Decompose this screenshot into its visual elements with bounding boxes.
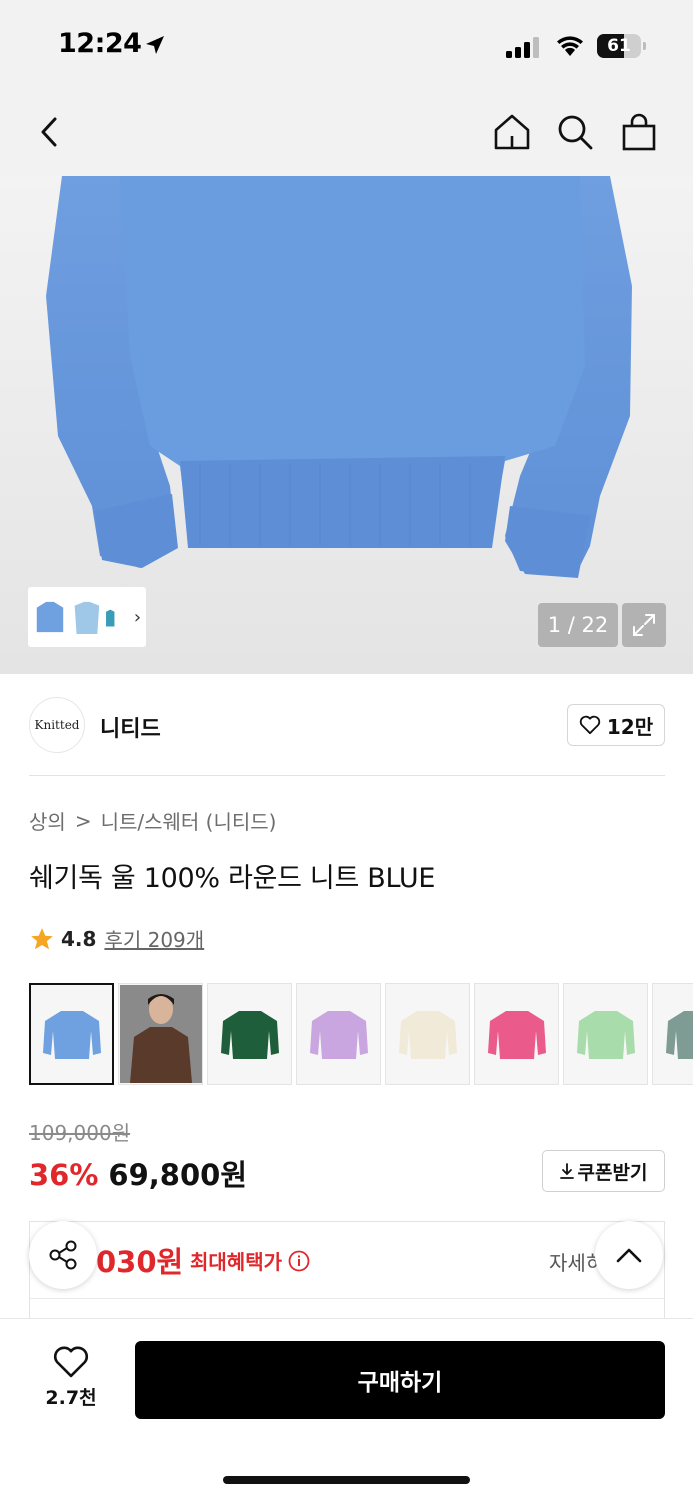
color-swatch[interactable]	[563, 983, 648, 1085]
share-button[interactable]	[29, 1221, 97, 1289]
home-indicator	[223, 1476, 470, 1484]
color-swatch[interactable]	[118, 983, 203, 1085]
chevron-right-icon: ›	[133, 606, 142, 628]
heart-icon	[579, 715, 601, 735]
color-swatch[interactable]	[474, 983, 559, 1085]
chevron-left-icon	[41, 117, 57, 147]
coupon-button[interactable]: 쿠폰받기	[542, 1150, 665, 1192]
color-swatch[interactable]	[652, 983, 693, 1085]
star-icon	[31, 927, 53, 949]
battery-level: 61	[607, 36, 631, 56]
signal-icon	[506, 37, 539, 58]
heart-icon	[53, 1346, 89, 1378]
brand-logo: Knitted	[29, 697, 85, 753]
back-button[interactable]	[26, 108, 74, 156]
download-icon	[559, 1163, 574, 1179]
thumbnail-blue	[36, 601, 64, 633]
thumbnail-light-blue	[74, 601, 100, 634]
sweater-thumbnail	[220, 1011, 279, 1059]
breadcrumb-subcategory[interactable]: 니트/스웨터 (니티드)	[101, 806, 277, 835]
product-image-gallery[interactable]: › 1 / 22	[0, 176, 693, 674]
wishlist-count: 2.7천	[45, 1387, 97, 1409]
breadcrumb: 상의 > 니트/스웨터 (니티드)	[29, 806, 276, 835]
expand-icon	[633, 614, 655, 636]
breadcrumb-category[interactable]: 상의	[29, 806, 66, 835]
location-arrow-icon	[146, 36, 164, 54]
search-icon	[558, 115, 593, 150]
buy-button[interactable]: 구매하기	[135, 1341, 665, 1419]
color-options	[29, 983, 693, 1087]
max-benefit-label: 최대혜택가	[190, 1246, 310, 1275]
rating-value: 4.8	[61, 926, 97, 951]
sweater-thumbnail	[42, 1011, 101, 1059]
sweater-thumbnail	[398, 1011, 457, 1059]
brand-name[interactable]: 니티드	[100, 711, 161, 743]
battery-indicator: 61	[597, 34, 647, 58]
scroll-top-button[interactable]	[595, 1221, 663, 1289]
breadcrumb-separator: >	[74, 808, 92, 833]
sweater-thumbnail	[487, 1011, 546, 1059]
review-link[interactable]: 후기 209개	[104, 924, 204, 953]
status-bar: 12:24 61	[0, 0, 693, 92]
color-swatch[interactable]	[385, 983, 470, 1085]
price-row: 36% 69,800원	[29, 1152, 247, 1194]
brand-like-button[interactable]: 12만	[567, 704, 665, 746]
rating-row: 4.8 후기 209개	[29, 924, 204, 953]
original-price: 109,000원	[29, 1121, 131, 1145]
shopping-bag-icon	[622, 113, 656, 151]
color-preview-thumbnails[interactable]: ›	[28, 587, 146, 647]
brand-row[interactable]: Knitted 니티드 12만	[0, 675, 693, 775]
bottom-action-bar: 2.7천 구매하기	[0, 1318, 693, 1500]
max-benefit-text: 최대혜택가	[190, 1250, 282, 1274]
chevron-up-icon	[616, 1248, 642, 1263]
coupon-label: 쿠폰받기	[577, 1161, 648, 1184]
color-swatch[interactable]	[29, 983, 114, 1085]
sweater-thumbnail	[576, 1011, 635, 1059]
sweater-thumbnail	[119, 985, 202, 1083]
status-time: 12:24	[58, 28, 142, 59]
home-button[interactable]	[488, 108, 536, 156]
product-title: 쉐기독 울 100% 라운드 니트 BLUE	[29, 863, 436, 894]
home-icon	[494, 114, 530, 150]
brand-like-count: 12만	[606, 714, 654, 739]
wifi-icon	[557, 36, 583, 56]
sale-price: 69,800원	[108, 1158, 248, 1192]
image-counter: 1 / 22	[538, 603, 618, 647]
share-icon	[49, 1240, 77, 1270]
info-icon[interactable]	[288, 1250, 310, 1272]
color-swatch[interactable]	[207, 983, 292, 1085]
search-button[interactable]	[551, 108, 599, 156]
divider	[30, 1298, 664, 1299]
discount-rate: 36%	[29, 1158, 99, 1192]
max-benefit-price: 030원	[96, 1245, 184, 1279]
expand-image-button[interactable]	[622, 603, 666, 647]
sweater-thumbnail	[309, 1011, 368, 1059]
thumbnail-teal	[105, 609, 115, 627]
sweater-thumbnail	[665, 1011, 693, 1059]
cart-button[interactable]	[615, 108, 663, 156]
wishlist-button[interactable]: 2.7천	[29, 1345, 113, 1415]
color-swatch[interactable]	[296, 983, 381, 1085]
divider	[29, 775, 665, 776]
top-nav	[0, 92, 693, 176]
